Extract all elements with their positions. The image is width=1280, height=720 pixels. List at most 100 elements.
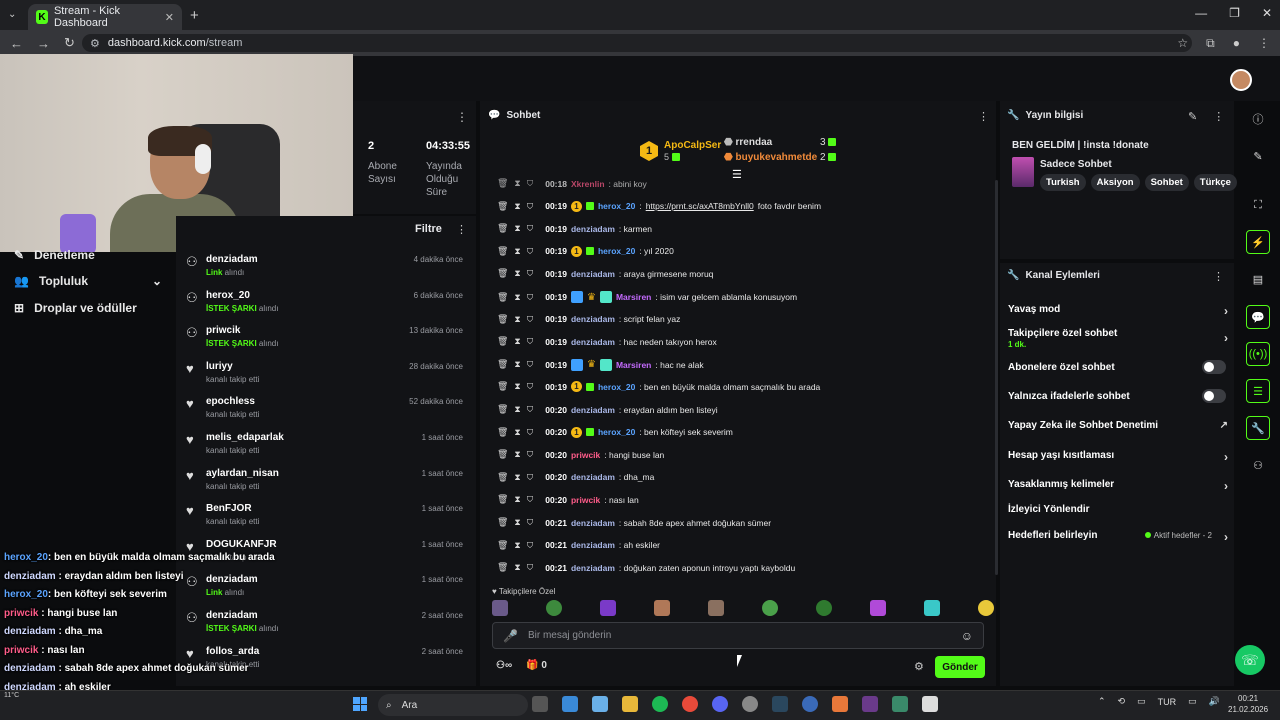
feed-user[interactable]: priwcik [206, 325, 240, 336]
new-tab-icon[interactable]: + [190, 7, 199, 24]
feed-user[interactable]: herox_20 [206, 290, 250, 301]
channel-action-item[interactable]: Yasaklanmış kelimeler › [1008, 479, 1228, 493]
points-icon[interactable]: ⚇∞ [496, 660, 512, 671]
emote-icon[interactable] [654, 600, 670, 616]
user-avatar[interactable] [1230, 69, 1252, 91]
close-tab-icon[interactable]: ✕ [165, 11, 174, 24]
back-icon[interactable]: ← [10, 36, 23, 51]
pencil-icon[interactable]: ✎ [1246, 144, 1270, 168]
points-tool-icon[interactable]: ⚇ [1246, 453, 1270, 477]
message-user[interactable]: denziadam [571, 405, 615, 415]
message-user[interactable]: priwcik [571, 450, 600, 460]
message-user[interactable]: denziadam [571, 314, 615, 324]
feed-user[interactable]: denziadam [206, 610, 258, 621]
network-icon[interactable]: ▭ [1188, 696, 1197, 707]
message-mod-tools[interactable]: 🗑⧗⛉ [497, 292, 539, 303]
tag[interactable]: Aksiyon [1090, 174, 1140, 191]
discord-icon[interactable] [712, 696, 728, 712]
feed-user[interactable]: epochless [206, 396, 255, 407]
message-mod-tools[interactable]: 🗑⧗⛉ [497, 404, 539, 415]
message-mod-tools[interactable]: 🗑⧗⛉ [497, 449, 539, 460]
browser-menu-icon[interactable]: ⋮ [1258, 36, 1270, 51]
extensions-icon[interactable]: ⧉ [1206, 36, 1215, 51]
tag[interactable]: Turkish [1040, 174, 1086, 191]
message-user[interactable]: herox_20 [598, 382, 635, 392]
message-user[interactable]: denziadam [571, 518, 615, 528]
feed-filter-label[interactable]: Filtre [415, 223, 442, 235]
app-icon[interactable] [922, 696, 938, 712]
nav-item-drops[interactable]: ⊞ Droplar ve ödüller [14, 301, 137, 315]
message-mod-tools[interactable]: 🗑⧗⛉ [497, 246, 539, 257]
channel-action-item[interactable]: Yalnızca ifadelerle sohbet [1008, 389, 1228, 403]
emote-icon[interactable] [870, 600, 886, 616]
app-icon[interactable] [802, 696, 818, 712]
channel-action-item[interactable]: Abonelere özel sohbet [1008, 360, 1228, 374]
toggle-switch[interactable] [1202, 360, 1226, 374]
emote-icon[interactable] [492, 600, 508, 616]
chat-settings-icon[interactable]: ⚙ [914, 660, 924, 673]
forward-icon[interactable]: → [37, 36, 50, 51]
channel-action-item[interactable]: Takipçilere özel sohbet 1 dk. › [1008, 328, 1228, 349]
feed-user[interactable]: BenFJOR [206, 503, 252, 514]
obs-icon[interactable] [742, 696, 758, 712]
site-info-icon[interactable]: ⚙ [90, 37, 100, 50]
chevron-up-icon[interactable]: ⌃ [1098, 696, 1106, 707]
feed-user[interactable]: DOGUKANFJR [206, 539, 277, 550]
task-view-icon[interactable] [532, 696, 548, 712]
message-mod-tools[interactable]: 🗑⧗⛉ [497, 381, 539, 392]
emote-icon[interactable] [600, 600, 616, 616]
url-field[interactable]: ⚙ dashboard.kick.com/stream [82, 34, 1192, 52]
emote-icon[interactable] [816, 600, 832, 616]
emote-icon[interactable] [924, 600, 940, 616]
steam-icon[interactable] [772, 696, 788, 712]
feed-menu-icon[interactable]: ⋮ [456, 223, 467, 236]
channel-action-item[interactable]: Hesap yaşı kısıtlaması › [1008, 450, 1228, 464]
wrench-tool-icon[interactable]: 🔧 [1246, 416, 1270, 440]
message-user[interactable]: denziadam [571, 540, 615, 550]
emote-icon[interactable] [546, 600, 562, 616]
reload-icon[interactable]: ↻ [64, 35, 75, 51]
taskbar-clock[interactable]: 00:21 21.02.2026 [1228, 693, 1268, 715]
message-mod-tools[interactable]: 🗑⧗⛉ [497, 314, 539, 325]
message-user[interactable]: herox_20 [598, 246, 635, 256]
app-icon[interactable] [892, 696, 908, 712]
tag[interactable]: Sohbet [1144, 174, 1189, 191]
chrome-icon[interactable] [682, 696, 698, 712]
channel-action-item[interactable]: Yavaş mod › [1008, 304, 1228, 318]
message-mod-tools[interactable]: 🗑⧗⛉ [497, 359, 539, 370]
message-user[interactable]: herox_20 [598, 427, 635, 437]
emote-icon[interactable] [762, 600, 778, 616]
app-icon[interactable] [862, 696, 878, 712]
weather-widget[interactable]: 11°C [4, 692, 19, 699]
file-explorer-icon[interactable] [622, 696, 638, 712]
feed-user[interactable]: denziadam [206, 574, 258, 585]
chat-bubble-icon[interactable]: 💬 [1246, 305, 1270, 329]
message-mod-tools[interactable]: 🗑⧗⛉ [497, 427, 539, 438]
chat-menu-icon[interactable]: ⋮ [978, 110, 989, 123]
message-link[interactable]: https://prnt.sc/axAT8mbYnll0 [646, 201, 754, 211]
toggle-switch[interactable] [1202, 389, 1226, 403]
maximize-icon[interactable]: ❐ [1229, 6, 1240, 20]
app-icon[interactable] [832, 696, 848, 712]
edit-icon[interactable]: ✎ [1188, 110, 1197, 123]
app-icon[interactable] [562, 696, 578, 712]
message-mod-tools[interactable]: 🗑⧗⛉ [497, 268, 539, 279]
display-icon[interactable]: ▭ [1137, 696, 1146, 707]
support-icon[interactable]: ☏ [1235, 645, 1265, 675]
bookmark-star-icon[interactable]: ☆ [1177, 36, 1188, 51]
minimize-icon[interactable]: — [1195, 6, 1207, 20]
chat-input[interactable]: 🎤 Bir mesaj gönderin ☺ [492, 622, 984, 649]
mic-icon[interactable]: 🎤 [503, 629, 518, 643]
scan-icon[interactable]: ⛶ [1246, 193, 1270, 217]
expand-gifters-icon[interactable]: ☰ [732, 168, 742, 181]
sync-icon[interactable]: ⟲ [1118, 696, 1126, 707]
windows-start-icon[interactable] [353, 697, 367, 711]
message-mod-tools[interactable]: 🗑⧗⛉ [497, 540, 539, 551]
nav-item-community[interactable]: 👥 Topluluk ⌄ [14, 274, 162, 288]
message-mod-tools[interactable]: 🗑⧗⛉ [497, 223, 539, 234]
emoji-icon[interactable]: ☺ [961, 629, 973, 643]
language-indicator[interactable]: TUR [1158, 697, 1177, 707]
stream-info-menu-icon[interactable]: ⋮ [1213, 110, 1224, 123]
close-window-icon[interactable]: ✕ [1262, 6, 1272, 20]
feed-user[interactable]: melis_edaparlak [206, 432, 284, 443]
